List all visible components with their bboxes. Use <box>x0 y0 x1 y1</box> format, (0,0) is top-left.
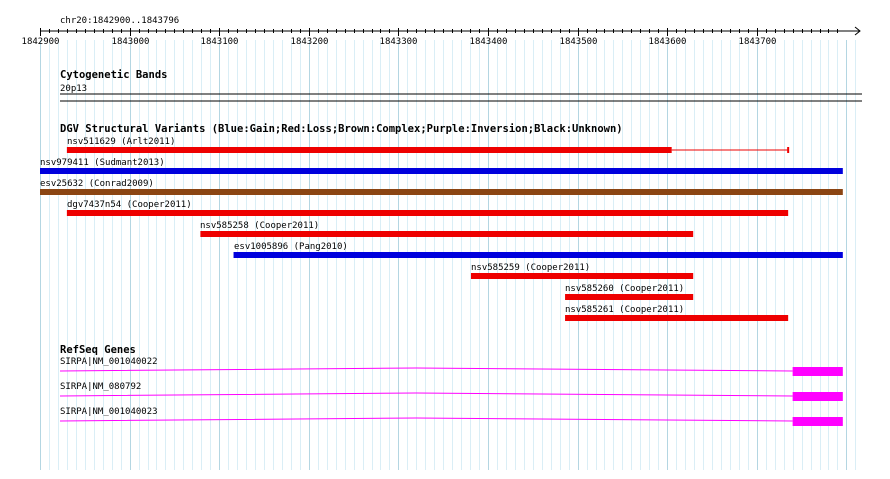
gene-intron-line <box>59 417 793 422</box>
variant-bar <box>66 147 672 153</box>
ruler-tick-label: 1843700 <box>739 37 777 47</box>
ruler-tick-label: 1843200 <box>291 37 329 47</box>
variant-label: dgv7437n54 (Cooper2011) <box>67 200 192 210</box>
cytoband-label: 20p13 <box>60 84 87 94</box>
gene-exon <box>792 367 843 376</box>
refseq-genes: SIRPA|NM_001040022 SIRPA|NM_080792 SIRPA|N… <box>59 357 843 426</box>
gene-intron-line <box>59 392 793 397</box>
variant-label: esv1005896 (Pang2010) <box>234 242 348 252</box>
variant-bar <box>470 273 694 279</box>
variant-label: nsv585259 (Cooper2011) <box>471 263 590 273</box>
location-label: chr20:1842900..1843796 <box>60 16 179 26</box>
ruler-tick-label: 1843000 <box>112 37 150 47</box>
cytoband-track-title: Cytogenetic Bands <box>60 69 167 81</box>
gene-intron-line <box>59 367 793 372</box>
refseq-track[interactable]: RefSeq Genes SIRPA|NM_001040022SIRPA|NM_… <box>59 344 843 426</box>
ruler-tick-label: 1843500 <box>560 37 598 47</box>
variant-bar <box>200 231 694 237</box>
ruler-tick-label: 1843600 <box>649 37 687 47</box>
ruler-tick-label: 1843100 <box>201 37 239 47</box>
gene-label: SIRPA|NM_001040022 <box>60 357 158 367</box>
refseq-track-title: RefSeq Genes <box>60 344 136 356</box>
variant-label: nsv585261 (Cooper2011) <box>565 305 684 315</box>
variant-label: nsv585260 (Cooper2011) <box>565 284 684 294</box>
gene-exon <box>792 392 843 401</box>
variant-bar <box>565 294 694 300</box>
gene-label: SIRPA|NM_080792 <box>60 382 141 392</box>
gene-label: SIRPA|NM_001040023 <box>60 407 158 417</box>
dgv-variants: nsv511629 (Arlt2011) nsv979411 (Sudmant20… <box>40 137 843 321</box>
dgv-track-title: DGV Structural Variants (Blue:Gain;Red:L… <box>60 123 623 135</box>
variant-bar <box>233 252 843 258</box>
variant-label: nsv979411 (Sudmant2013) <box>40 158 165 168</box>
genome-browser-view: chr20:1842900..1843796 1842900 1843000 184… <box>22 16 862 470</box>
ruler-track: chr20:1842900..1843796 1842900 1843000 184… <box>22 16 861 47</box>
dgv-track[interactable]: DGV Structural Variants (Blue:Gain;Red:L… <box>40 123 843 321</box>
ruler-tick-label: 1842900 <box>22 37 60 47</box>
gene-exon <box>792 417 843 426</box>
variant-bar <box>565 315 789 321</box>
variant-bar <box>40 168 843 174</box>
variant-label: nsv585258 (Cooper2011) <box>200 221 319 231</box>
variant-label: nsv511629 (Arlt2011) <box>67 137 175 147</box>
variant-label: esv25632 (Conrad2009) <box>40 179 154 189</box>
ruler-tick-label: 1843400 <box>470 37 508 47</box>
ruler-tick-label: 1843300 <box>380 37 418 47</box>
variant-bar <box>66 210 789 216</box>
variant-end-block <box>787 147 790 153</box>
variant-bar <box>40 189 843 195</box>
